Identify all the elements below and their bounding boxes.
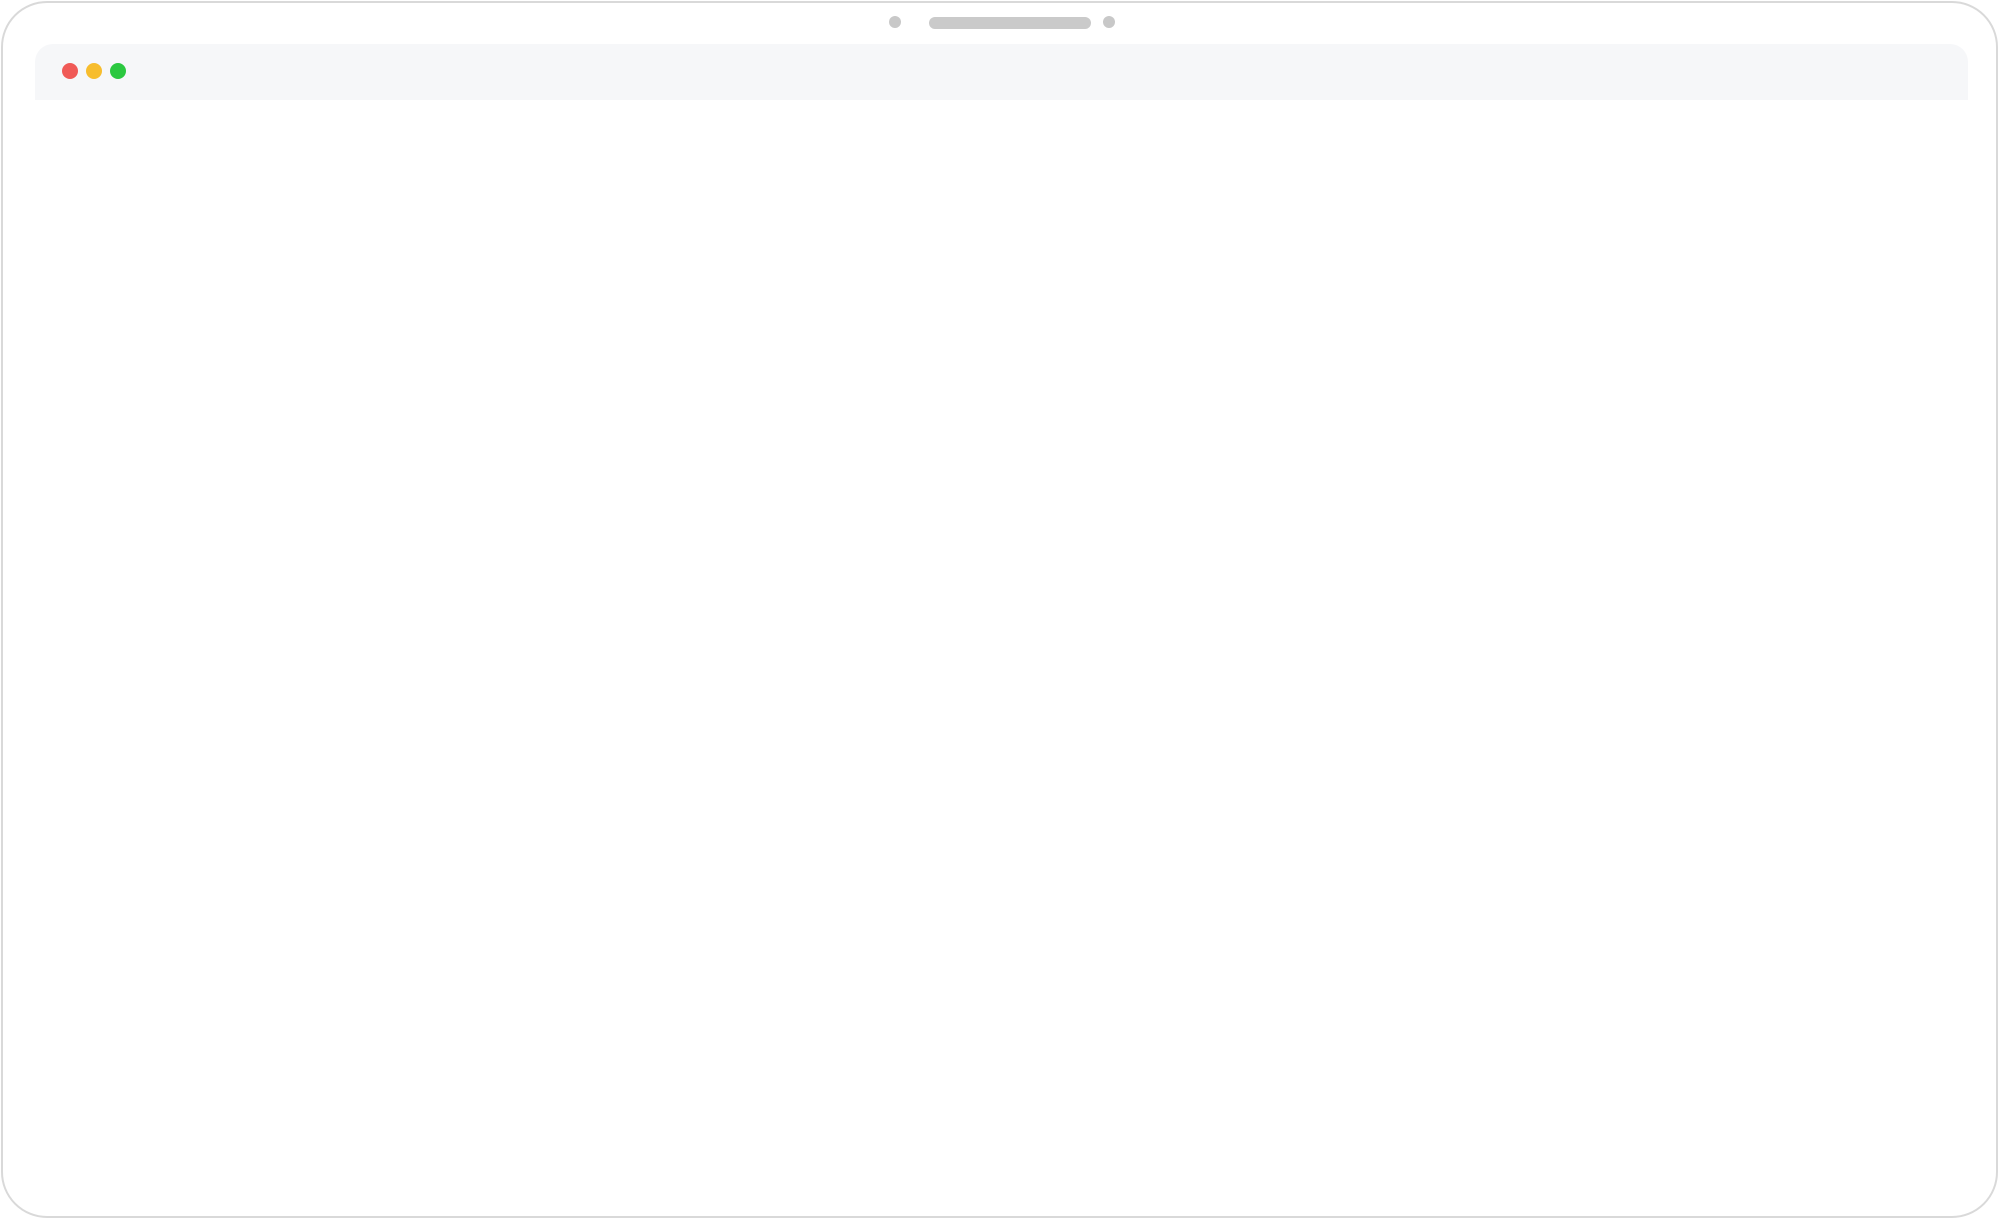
window-titlebar[interactable]: [35, 44, 1968, 100]
window-content: [35, 100, 1968, 1144]
device-frame: [1, 1, 1998, 1218]
zoom-window-button[interactable]: [110, 63, 126, 79]
speaker-grille: [929, 17, 1091, 29]
minimize-window-button[interactable]: [86, 63, 102, 79]
close-window-button[interactable]: [62, 63, 78, 79]
camera-dot-icon: [889, 16, 901, 28]
app-window: [35, 44, 1968, 1144]
sensor-dot-icon: [1103, 16, 1115, 28]
